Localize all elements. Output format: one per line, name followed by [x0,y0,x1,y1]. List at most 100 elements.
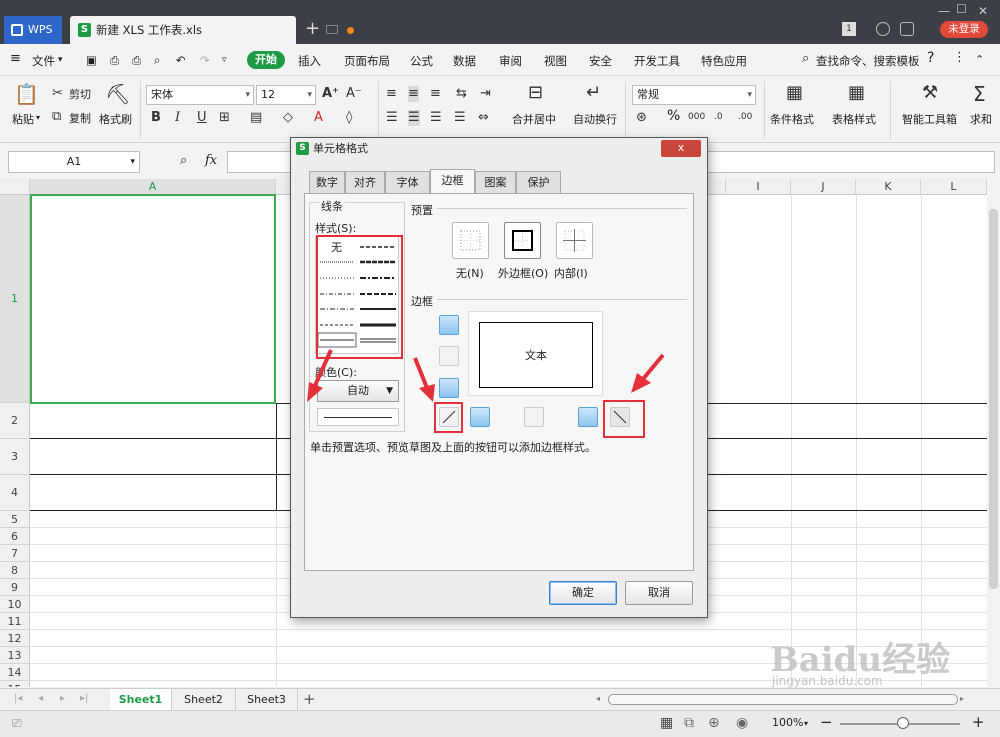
menu-security[interactable]: 安全 [589,53,612,69]
undo-icon[interactable]: ↶ [176,53,186,67]
zoom-search-icon[interactable]: ⌕ [180,153,187,168]
row-header-9[interactable]: 9 [0,579,30,596]
zoom-in-icon[interactable]: + [972,713,985,731]
preset-inside-button[interactable] [556,222,593,259]
decrease-decimal-icon[interactable]: .00 [738,109,752,125]
paste-icon[interactable]: 📋 [14,83,39,105]
italic-icon[interactable]: I [175,110,180,126]
tab-protection[interactable]: 保护 [516,171,561,193]
border-top-button[interactable] [439,315,459,335]
merge-center-icon[interactable]: ⊟ [528,83,543,103]
align-right-icon[interactable]: ☰ [430,110,442,126]
font-name-select[interactable]: 宋体 [146,85,254,105]
normal-view-icon[interactable]: ▦ [660,715,673,731]
row-header-1[interactable]: 1 [0,195,30,403]
column-header-a[interactable]: A [30,179,276,195]
sheet-tab-sheet2[interactable]: Sheet2 [172,689,236,710]
menu-special[interactable]: 特色应用 [701,53,747,69]
align-middle-icon[interactable]: ≡ [408,86,419,102]
name-box[interactable]: A1 ▾ [8,151,140,173]
chevron-down-icon[interactable]: ▾ [58,55,63,65]
row-header-5[interactable]: 5 [0,511,30,528]
wrap-text-button[interactable]: 自动换行 [573,111,617,127]
sum-button[interactable]: 求和 [970,111,992,127]
shirt-icon[interactable] [900,22,914,36]
preset-inside-label[interactable]: 内部(I) [554,265,588,281]
tab-pattern[interactable]: 图案 [475,171,516,193]
wps-home-tab[interactable]: WPS [4,16,62,44]
column-header-j[interactable]: J [791,179,856,195]
next-sheet-icon[interactable]: ▸ [60,693,65,704]
zoom-out-icon[interactable]: − [820,713,833,731]
paste-label[interactable]: 粘贴 [12,111,34,127]
collapse-ribbon-icon[interactable]: ⌃ [975,53,984,66]
copy-icon[interactable]: ⧉ [52,109,61,125]
scroll-thumb[interactable] [989,209,998,589]
row-header-15[interactable]: 15 [0,681,30,687]
orientation-icon[interactable]: ⇆ [456,86,467,102]
paste-dropdown-icon[interactable]: ▾ [36,113,40,122]
cut-button[interactable]: 剪切 [69,86,91,102]
underline-icon[interactable]: U [197,110,207,126]
export-pdf-icon[interactable]: ⎙ [110,53,119,68]
menu-page-layout[interactable]: 页面布局 [344,53,390,69]
align-top-icon[interactable]: ≡ [386,86,397,102]
column-header-i[interactable]: I [726,179,791,195]
new-tab-button[interactable]: + [305,20,320,38]
chevron-down-icon[interactable]: ▾ [130,152,135,172]
wrap-text-icon[interactable]: ↵ [586,83,601,103]
column-header-k[interactable]: K [856,179,921,195]
page-break-view-icon[interactable]: ⊕ [708,715,720,731]
menu-data[interactable]: 数据 [453,53,476,69]
menu-view[interactable]: 视图 [544,53,567,69]
last-sheet-icon[interactable]: ▸| [80,693,88,704]
tab-number[interactable]: 数字 [309,171,345,193]
bold-icon[interactable]: B [151,110,161,126]
menu-formula[interactable]: 公式 [410,53,433,69]
border-middle-v-button[interactable] [524,407,544,427]
dialog-close-button[interactable]: x [661,140,701,157]
sum-icon[interactable]: Σ [973,83,986,105]
print-icon[interactable]: ⎙ [132,53,141,68]
column-header-l[interactable]: L [921,179,987,195]
tab-border[interactable]: 边框 [430,169,475,193]
sheet-tab-sheet1[interactable]: Sheet1 [110,689,172,710]
scroll-right-icon[interactable]: ▸ [960,694,964,703]
preset-none-label[interactable]: 无(N) [456,265,484,281]
row-header-12[interactable]: 12 [0,630,30,647]
clear-icon[interactable]: ◊ [346,110,352,126]
copy-button[interactable]: 复制 [69,110,91,126]
first-sheet-icon[interactable]: |◂ [14,693,22,704]
border-right-button[interactable] [578,407,598,427]
font-size-select[interactable]: 12 [256,85,316,105]
skin-icon[interactable] [876,22,890,36]
login-button[interactable]: 未登录 [940,21,988,38]
currency-icon[interactable]: ⊛ [636,110,647,126]
page-layout-view-icon[interactable]: ⧉ [684,715,694,731]
tab-font[interactable]: 字体 [385,171,430,193]
sheet-tab-sheet3[interactable]: Sheet3 [236,689,298,710]
row-header-3[interactable]: 3 [0,439,30,475]
document-tab[interactable]: S 新建 XLS 工作表.xls [70,16,354,44]
maximize-icon[interactable]: ☐ [956,2,967,16]
indent-icon[interactable]: ⇥ [480,86,491,102]
border-left-button[interactable] [470,407,490,427]
distribute-icon[interactable]: ⇔ [478,110,489,126]
table-style-button[interactable]: 表格样式 [832,111,876,127]
window-count-badge[interactable]: 1 [842,22,856,36]
justify-icon[interactable]: ☰ [454,110,466,126]
help-icon[interactable]: ? [927,50,934,66]
cut-icon[interactable]: ✂ [52,86,63,102]
percent-button[interactable]: % [667,108,680,124]
row-header-4[interactable]: 4 [0,475,30,511]
vertical-scrollbar[interactable] [987,195,1000,687]
thousands-icon[interactable]: 000 [688,109,705,125]
horizontal-scroll-thumb[interactable] [608,694,958,705]
conditional-format-button[interactable]: 条件格式 [770,111,814,127]
row-header-11[interactable]: 11 [0,613,30,630]
prev-sheet-icon[interactable]: ◂ [38,693,43,704]
menu-file[interactable]: 文件 [32,53,55,69]
add-sheet-icon[interactable]: + [303,690,316,708]
close-window-icon[interactable]: ✕ [978,4,988,18]
tab-alignment[interactable]: 对齐 [345,171,385,193]
